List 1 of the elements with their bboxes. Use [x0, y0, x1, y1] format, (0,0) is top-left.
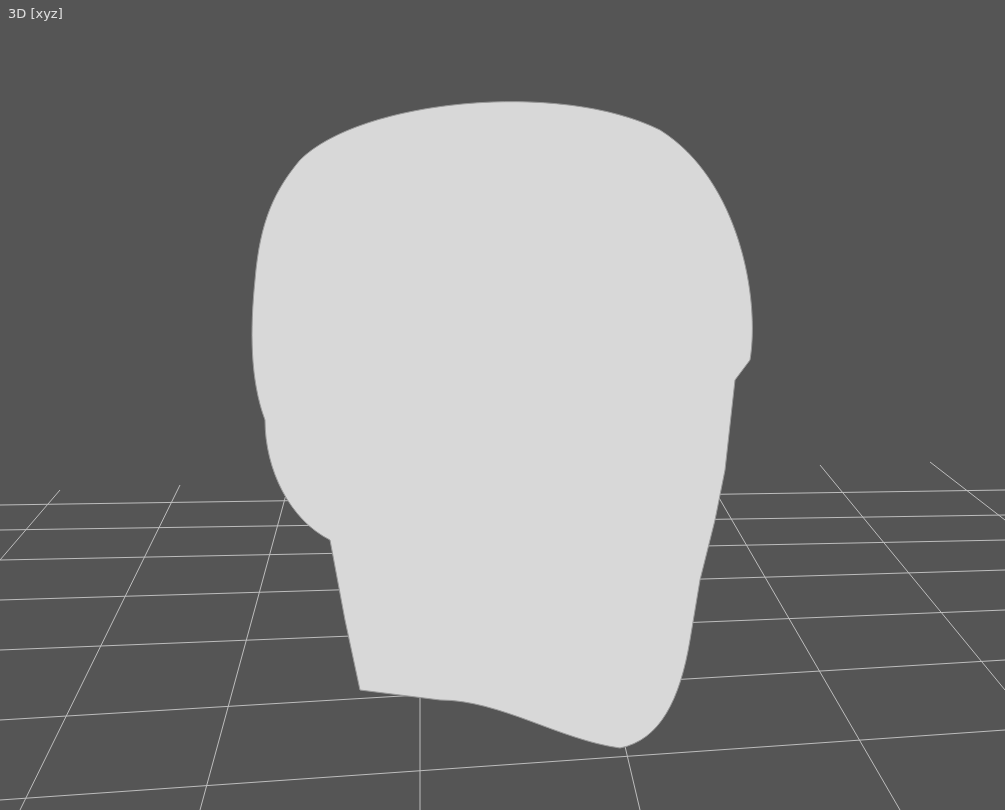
viewport-label: 3D [xyz] — [8, 5, 63, 23]
